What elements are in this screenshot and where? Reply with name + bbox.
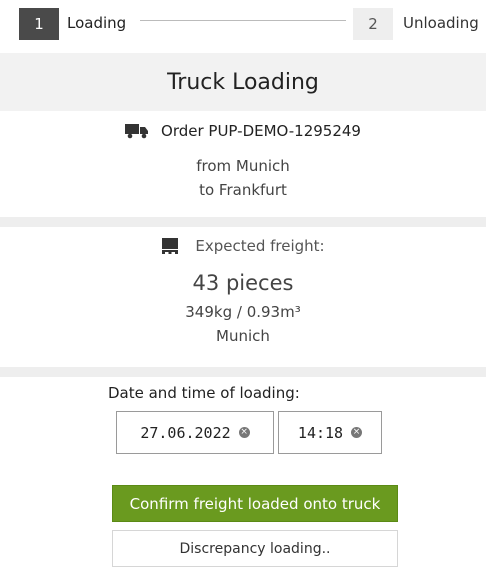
confirm-loaded-button[interactable]: Confirm freight loaded onto truck xyxy=(112,485,398,522)
destination-city: to Frankfurt xyxy=(199,181,287,199)
order-number: Order PUP-DEMO-1295249 xyxy=(161,122,361,140)
clear-date-icon[interactable]: × xyxy=(238,427,250,438)
freight-section: Expected freight: 43 pieces 349kg / 0.93… xyxy=(0,227,486,367)
expected-freight-label: Expected freight: xyxy=(195,237,325,255)
stepper: 1 Loading 2 Unloading xyxy=(0,0,486,50)
loading-date-value[interactable]: 27.06.2022 xyxy=(140,424,230,442)
discrepancy-loading-button[interactable]: Discrepancy loading.. xyxy=(112,530,398,567)
loading-time-value[interactable]: 14:18 xyxy=(298,424,343,442)
step-1-number[interactable]: 1 xyxy=(19,8,59,40)
origin-city: from Munich xyxy=(196,157,290,175)
loading-time-input[interactable]: 14:18 × xyxy=(278,411,382,454)
freight-pieces: 43 pieces xyxy=(192,271,294,295)
section-divider xyxy=(0,367,486,377)
loading-date-input[interactable]: 27.06.2022 × xyxy=(116,411,274,454)
page-title: Truck Loading xyxy=(0,53,486,111)
order-section: Order PUP-DEMO-1295249 from Munich to Fr… xyxy=(0,112,486,217)
freight-weight-volume: 349kg / 0.93m³ xyxy=(185,303,301,321)
truck-icon xyxy=(125,123,149,139)
freight-city: Munich xyxy=(216,327,270,345)
step-connector xyxy=(140,20,346,21)
step-1-label[interactable]: Loading xyxy=(67,14,126,32)
pallet-icon xyxy=(161,237,179,255)
clear-time-icon[interactable]: × xyxy=(351,427,363,438)
step-2-number[interactable]: 2 xyxy=(353,8,393,40)
section-divider xyxy=(0,217,486,227)
loading-datetime-label: Date and time of loading: xyxy=(108,384,300,402)
step-2-label[interactable]: Unloading xyxy=(403,14,479,32)
